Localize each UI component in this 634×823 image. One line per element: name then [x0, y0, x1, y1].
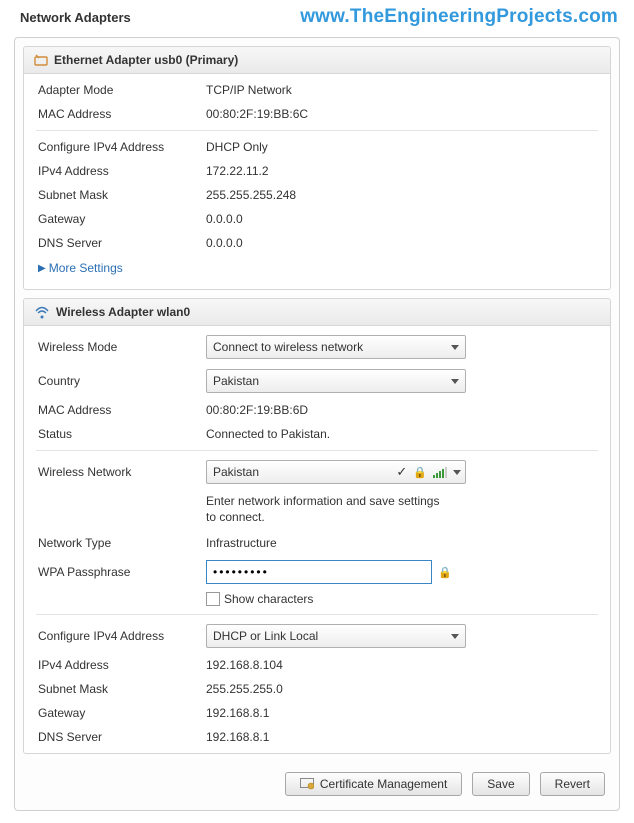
- more-settings-link[interactable]: ▶ More Settings: [24, 255, 610, 285]
- wifi-icon: [34, 305, 50, 319]
- ethernet-header-text: Ethernet Adapter usb0 (Primary): [54, 53, 238, 67]
- value-wlan-status: Connected to Pakistan.: [206, 427, 596, 441]
- label-eth-ipv4: IPv4 Address: [38, 164, 206, 178]
- label-wlan-subnet: Subnet Mask: [38, 682, 206, 696]
- label-wlan-dns: DNS Server: [38, 730, 206, 744]
- wireless-header: Wireless Adapter wlan0: [24, 299, 610, 326]
- certificate-icon: [300, 778, 314, 790]
- main-panel: Ethernet Adapter usb0 (Primary) Adapter …: [14, 37, 620, 811]
- ethernet-header: Ethernet Adapter usb0 (Primary): [24, 47, 610, 74]
- value-wlan-mac: 00:80:2F:19:BB:6D: [206, 403, 596, 417]
- ethernet-icon: [34, 53, 48, 67]
- label-eth-dns: DNS Server: [38, 236, 206, 250]
- wireless-network-select[interactable]: Pakistan ✓ 🔒: [206, 460, 466, 484]
- save-button-label: Save: [487, 777, 514, 791]
- ssid-value: Pakistan: [213, 465, 390, 479]
- value-eth-subnet: 255.255.255.248: [206, 188, 596, 202]
- label-eth-conf-ipv4: Configure IPv4 Address: [38, 140, 206, 154]
- value-wlan-gateway: 192.168.8.1: [206, 706, 596, 720]
- ethernet-section: Ethernet Adapter usb0 (Primary) Adapter …: [23, 46, 611, 290]
- footer-buttons: Certificate Management Save Revert: [15, 762, 619, 810]
- wireless-header-text: Wireless Adapter wlan0: [56, 305, 190, 319]
- show-characters-label: Show characters: [224, 592, 313, 606]
- label-passphrase: WPA Passphrase: [38, 565, 206, 579]
- conf-ipv4-select[interactable]: DHCP or Link Local: [206, 624, 466, 648]
- certificate-button-label: Certificate Management: [320, 777, 447, 791]
- label-eth-subnet: Subnet Mask: [38, 188, 206, 202]
- divider: [36, 614, 598, 615]
- label-wlan-gateway: Gateway: [38, 706, 206, 720]
- lock-icon: 🔒: [413, 466, 427, 479]
- country-select[interactable]: Pakistan: [206, 369, 466, 393]
- passphrase-input[interactable]: [206, 560, 432, 584]
- label-wlan-conf-ipv4: Configure IPv4 Address: [38, 629, 206, 643]
- label-wlan-status: Status: [38, 427, 206, 441]
- signal-strength-icon: [433, 466, 447, 478]
- more-settings-text: More Settings: [49, 261, 123, 275]
- chevron-down-icon: [451, 345, 459, 350]
- revert-button[interactable]: Revert: [540, 772, 605, 796]
- network-helper-text: Enter network information and save setti…: [24, 489, 454, 531]
- country-value: Pakistan: [213, 374, 259, 388]
- value-eth-conf-ipv4: DHCP Only: [206, 140, 596, 154]
- value-wlan-subnet: 255.255.255.0: [206, 682, 596, 696]
- value-adapter-mode: TCP/IP Network: [206, 83, 596, 97]
- value-eth-ipv4: 172.22.11.2: [206, 164, 596, 178]
- label-adapter-mode: Adapter Mode: [38, 83, 206, 97]
- value-eth-mac: 00:80:2F:19:BB:6C: [206, 107, 596, 121]
- label-eth-mac: MAC Address: [38, 107, 206, 121]
- label-wlan-mac: MAC Address: [38, 403, 206, 417]
- wireless-mode-select[interactable]: Connect to wireless network: [206, 335, 466, 359]
- label-wireless-network: Wireless Network: [38, 465, 206, 479]
- check-icon: ✓: [396, 464, 407, 480]
- revert-button-label: Revert: [555, 777, 590, 791]
- divider: [36, 450, 598, 451]
- label-network-type: Network Type: [38, 536, 206, 550]
- value-eth-gateway: 0.0.0.0: [206, 212, 596, 226]
- certificate-management-button[interactable]: Certificate Management: [285, 772, 462, 796]
- label-wireless-mode: Wireless Mode: [38, 340, 206, 354]
- divider: [36, 130, 598, 131]
- chevron-down-icon: [451, 634, 459, 639]
- wireless-section: Wireless Adapter wlan0 Wireless Mode Con…: [23, 298, 611, 754]
- chevron-down-icon: [451, 379, 459, 384]
- value-eth-dns: 0.0.0.0: [206, 236, 596, 250]
- show-characters-checkbox[interactable]: [206, 592, 220, 606]
- chevron-down-icon: [453, 470, 461, 475]
- label-country: Country: [38, 374, 206, 388]
- watermark-text: www.TheEngineeringProjects.com: [300, 6, 618, 28]
- conf-ipv4-value: DHCP or Link Local: [213, 629, 318, 643]
- label-eth-gateway: Gateway: [38, 212, 206, 226]
- save-button[interactable]: Save: [472, 772, 529, 796]
- value-wlan-ipv4: 192.168.8.104: [206, 658, 596, 672]
- value-network-type: Infrastructure: [206, 536, 596, 550]
- value-wlan-dns: 192.168.8.1: [206, 730, 596, 744]
- caret-right-icon: ▶: [38, 263, 46, 274]
- wireless-mode-value: Connect to wireless network: [213, 340, 363, 354]
- lock-icon: 🔒: [438, 566, 452, 579]
- label-wlan-ipv4: IPv4 Address: [38, 658, 206, 672]
